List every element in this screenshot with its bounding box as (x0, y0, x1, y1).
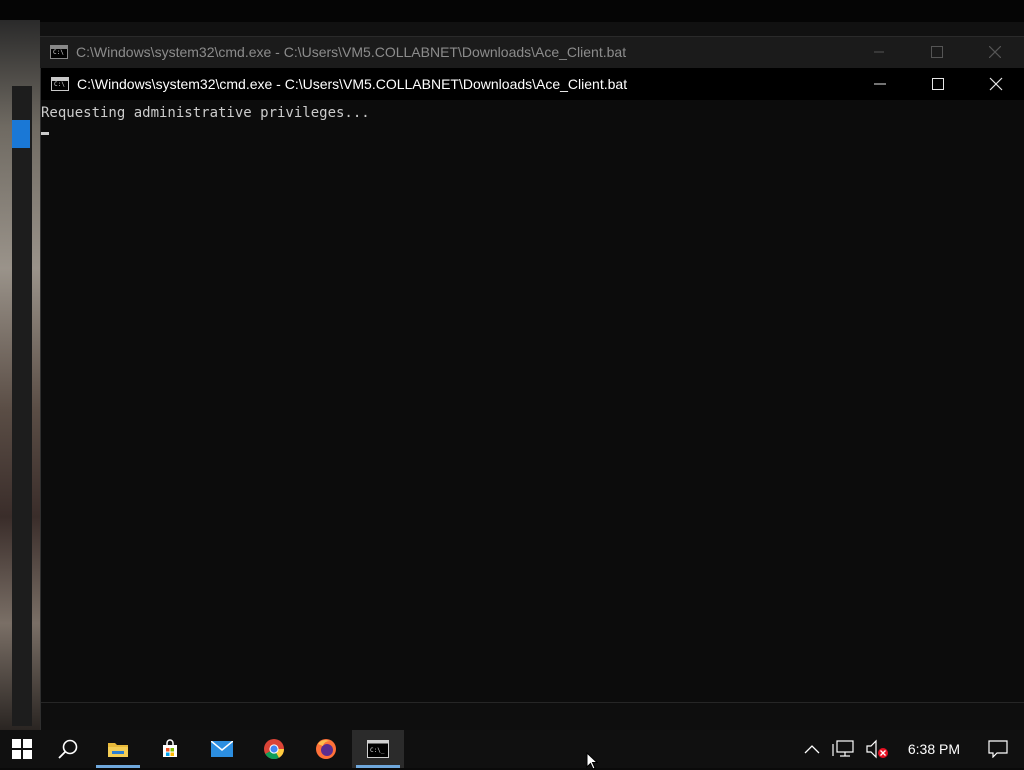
close-button[interactable] (967, 68, 1024, 100)
microsoft-store-button[interactable] (144, 730, 196, 768)
chrome-button[interactable] (248, 730, 300, 768)
desktop-top-edge (0, 0, 1024, 22)
background-window-titlebar[interactable]: C:\ C:\Windows\system32\cmd.exe - C:\Use… (40, 37, 1024, 67)
cmd-icon: C:\ (51, 77, 69, 91)
firefox-icon (316, 739, 336, 759)
volume-button[interactable] (860, 730, 896, 768)
network-button[interactable] (826, 730, 860, 768)
minimize-button[interactable] (851, 68, 909, 100)
svg-text:C:\_: C:\_ (370, 747, 385, 754)
store-icon (163, 739, 177, 757)
background-window-title: C:\Windows\system32\cmd.exe - C:\Users\V… (76, 44, 627, 60)
background-window-accent (12, 120, 30, 148)
console-output[interactable]: Requesting administrative privileges... (41, 100, 1024, 702)
cmd-window-title: C:\Windows\system32\cmd.exe - C:\Users\V… (77, 76, 628, 92)
chevron-up-icon (804, 745, 820, 754)
minimize-icon (874, 83, 886, 85)
notification-icon (988, 740, 1008, 758)
console-line: Requesting administrative privileges... (41, 105, 370, 121)
cmd-window[interactable]: C:\ C:\Windows\system32\cmd.exe - C:\Use… (40, 68, 1024, 730)
system-tray: 6:38 PM (798, 730, 1024, 768)
maximize-icon (932, 78, 944, 90)
action-center-button[interactable] (972, 730, 1024, 768)
start-button[interactable] (0, 730, 44, 768)
mouse-pointer-icon (586, 752, 598, 770)
windows-logo-icon (12, 739, 32, 759)
background-window-edge (12, 86, 32, 726)
close-icon (989, 46, 1001, 58)
background-close-button[interactable] (966, 37, 1024, 67)
window-bottom-edge (41, 702, 1024, 730)
maximize-icon (931, 46, 943, 58)
taskbar: C:\_ 6:38 PM (0, 730, 1024, 768)
taskbar-clock[interactable]: 6:38 PM (896, 741, 972, 757)
command-prompt-icon: C:\_ (367, 740, 389, 758)
mail-icon (211, 741, 233, 757)
command-prompt-button[interactable]: C:\_ (352, 730, 404, 768)
background-minimize-button[interactable] (850, 37, 908, 67)
text-cursor (41, 132, 49, 135)
volume-muted-icon (866, 739, 888, 759)
background-maximize-button[interactable] (908, 37, 966, 67)
maximize-button[interactable] (909, 68, 967, 100)
minimize-icon (874, 51, 884, 53)
file-explorer-button[interactable] (92, 730, 144, 768)
chrome-icon (264, 739, 285, 760)
cmd-icon: C:\ (50, 45, 68, 59)
search-icon (58, 739, 78, 759)
close-icon (989, 77, 1003, 91)
cmd-window-titlebar[interactable]: C:\ C:\Windows\system32\cmd.exe - C:\Use… (41, 68, 1024, 100)
show-hidden-icons-button[interactable] (798, 730, 826, 768)
mail-button[interactable] (196, 730, 248, 768)
firefox-button[interactable] (300, 730, 352, 768)
network-icon (832, 740, 854, 757)
folder-icon (108, 743, 128, 757)
search-button[interactable] (44, 730, 92, 768)
